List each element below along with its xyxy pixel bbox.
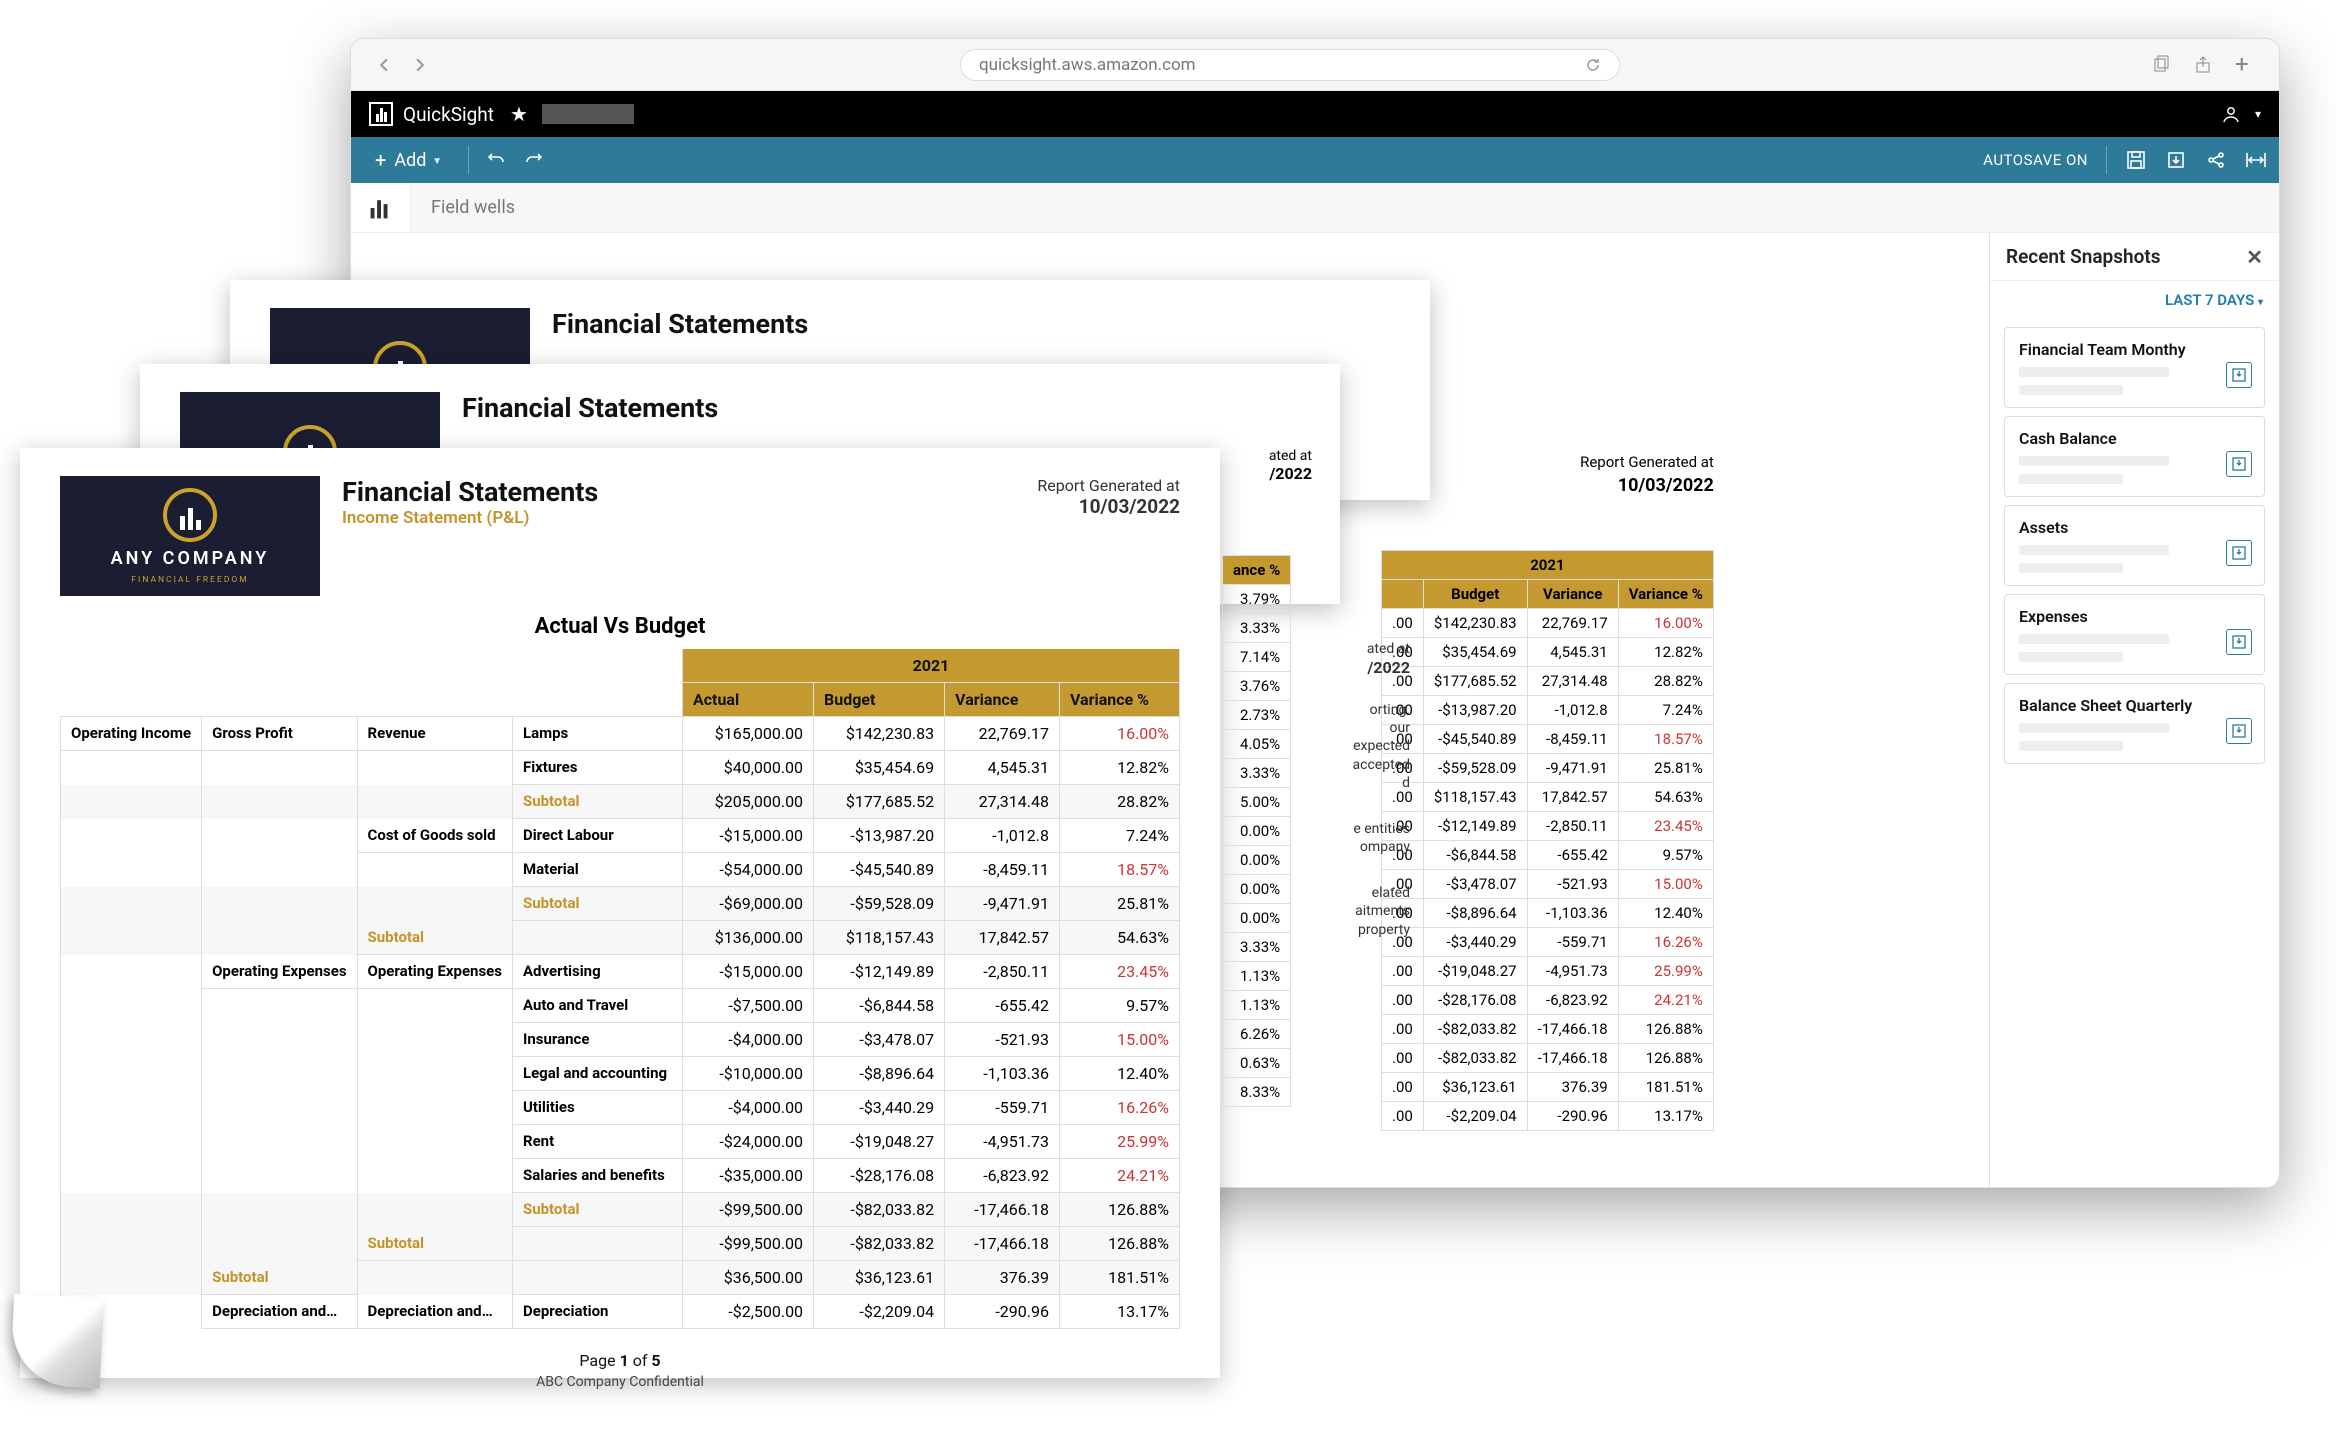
report-generated-meta: Report Generated at 10/03/2022 xyxy=(1037,476,1180,518)
snapshot-item[interactable]: Assets xyxy=(2004,505,2265,586)
dashboard-name-redacted xyxy=(542,104,634,124)
table-row: Insurance -$4,000.00 -$3,478.07 -521.93 … xyxy=(61,1023,1180,1057)
financial-table: 2021 Actual Budget Variance Variance % O… xyxy=(60,649,1180,1329)
save-icon[interactable] xyxy=(2125,149,2147,171)
undo-button[interactable] xyxy=(485,149,507,171)
skeleton-line xyxy=(2019,385,2123,395)
table-row: Subtotal $36,500.00 $36,123.61 376.39 18… xyxy=(61,1261,1180,1295)
table-row: Material -$54,000.00 -$45,540.89 -8,459.… xyxy=(61,853,1180,887)
url-text: quicksight.aws.amazon.com xyxy=(979,55,1196,75)
add-button[interactable]: + Add ▾ xyxy=(363,142,452,178)
close-icon[interactable]: ✕ xyxy=(2246,245,2263,269)
background-report-right: Report Generated at 10/03/2022 2021 Budg… xyxy=(1381,453,1714,1131)
fit-width-icon[interactable] xyxy=(2245,149,2267,171)
table-row: Salaries and benefits -$35,000.00 -$28,1… xyxy=(61,1159,1180,1193)
report-title: Financial Statements xyxy=(462,392,718,424)
skeleton-line xyxy=(2019,456,2169,466)
table-row: Utilities -$4,000.00 -$3,440.29 -559.71 … xyxy=(61,1091,1180,1125)
company-logo: ANY COMPANY FINANCIAL FREEDOM xyxy=(60,476,320,596)
skeleton-line xyxy=(2019,723,2169,733)
snapshot-download-button[interactable] xyxy=(2226,362,2252,388)
snapshot-title: Balance Sheet Quarterly xyxy=(2019,696,2250,715)
export-icon[interactable] xyxy=(2165,149,2187,171)
snapshots-filter-button[interactable]: LAST 7 DAYS ▾ xyxy=(1990,281,2279,319)
share-icon[interactable] xyxy=(2193,55,2213,75)
table-row: Rent -$24,000.00 -$19,048.27 -4,951.73 2… xyxy=(61,1125,1180,1159)
reload-icon[interactable] xyxy=(1585,57,1601,73)
field-wells-row: Field wells xyxy=(351,183,2279,233)
background-report-middle: ated at /2022 ance %3.79%3.33%7.14%3.76%… xyxy=(1222,448,1312,1107)
table-row: Operating Expenses Operating Expenses Ad… xyxy=(61,955,1180,989)
snapshots-title: Recent Snapshots xyxy=(2006,245,2161,268)
year-header: 2021 xyxy=(682,649,1179,683)
table-row: Legal and accounting -$10,000.00 -$8,896… xyxy=(61,1057,1180,1091)
snapshot-download-button[interactable] xyxy=(2226,629,2252,655)
table-row: Auto and Travel -$7,500.00 -$6,844.58 -6… xyxy=(61,989,1180,1023)
snapshot-item[interactable]: Financial Team Monthy xyxy=(2004,327,2265,408)
redo-button[interactable] xyxy=(523,149,545,171)
share-icon[interactable] xyxy=(2205,149,2227,171)
copy-icon[interactable] xyxy=(2151,55,2171,75)
table-row: Subtotal -$99,500.00 -$82,033.82 -17,466… xyxy=(61,1193,1180,1227)
skeleton-line xyxy=(2019,652,2123,662)
add-label: Add xyxy=(394,150,426,171)
star-icon[interactable]: ★ xyxy=(510,102,528,126)
chevron-down-icon: ▾ xyxy=(2258,297,2263,308)
report-title: Financial Statements xyxy=(552,308,808,340)
url-bar[interactable]: quicksight.aws.amazon.com xyxy=(960,49,1620,81)
divider xyxy=(468,146,469,174)
quicksight-logo-icon xyxy=(369,102,393,126)
page-curl-decoration xyxy=(10,1294,105,1389)
skeleton-line xyxy=(2019,545,2169,555)
skeleton-line xyxy=(2019,367,2169,377)
background-report-notes: ated at/2022 orting.ourexpectedacceptedd… xyxy=(1310,640,1410,939)
table-row: Subtotal $136,000.00 $118,157.43 17,842.… xyxy=(61,921,1180,955)
table-row: Subtotal -$99,500.00 -$82,033.82 -17,466… xyxy=(61,1227,1180,1261)
report-title: Financial Statements xyxy=(342,476,598,508)
snapshot-title: Expenses xyxy=(2019,607,2250,626)
plus-icon: + xyxy=(375,148,386,172)
snapshot-item[interactable]: Cash Balance xyxy=(2004,416,2265,497)
browser-chrome: quicksight.aws.amazon.com + xyxy=(351,39,2279,91)
snapshot-title: Assets xyxy=(2019,518,2250,537)
chevron-down-icon: ▾ xyxy=(434,154,440,167)
snapshot-download-button[interactable] xyxy=(2226,540,2252,566)
nav-back-button[interactable] xyxy=(375,56,393,74)
skeleton-line xyxy=(2019,634,2169,644)
table-row: Cost of Goods sold Direct Labour -$15,00… xyxy=(61,819,1180,853)
user-icon[interactable] xyxy=(2221,104,2241,124)
quicksight-brand: QuickSight xyxy=(403,103,494,126)
chevron-down-icon[interactable]: ▾ xyxy=(2255,107,2261,121)
page-footer: Page 1 of 5 ABC Company Confidential xyxy=(60,1351,1180,1390)
snapshot-item[interactable]: Expenses xyxy=(2004,594,2265,675)
plus-icon[interactable]: + xyxy=(2235,55,2255,75)
nav-forward-button[interactable] xyxy=(411,56,429,74)
snapshot-title: Financial Team Monthy xyxy=(2019,340,2250,359)
snapshots-panel: Recent Snapshots ✕ LAST 7 DAYS ▾ Financi… xyxy=(1989,233,2279,1187)
report-page-1: ANY COMPANY FINANCIAL FREEDOM Financial … xyxy=(20,448,1220,1378)
skeleton-line xyxy=(2019,741,2123,751)
action-toolbar: + Add ▾ AUTOSAVE ON xyxy=(351,137,2279,183)
table-row: Fixtures $40,000.00 $35,454.69 4,545.31 … xyxy=(61,751,1180,785)
chrome-right-icons: + xyxy=(2151,55,2255,75)
skeleton-line xyxy=(2019,474,2123,484)
quicksight-top-bar: QuickSight ★ ▾ xyxy=(351,91,2279,137)
field-wells-label[interactable]: Field wells xyxy=(411,183,2279,232)
autosave-label: AUTOSAVE ON xyxy=(1983,151,2088,169)
divider xyxy=(2106,146,2107,174)
table-row: Subtotal $205,000.00 $177,685.52 27,314.… xyxy=(61,785,1180,819)
visual-type-icon[interactable] xyxy=(351,183,411,232)
table-row: Operating Income Gross Profit Revenue La… xyxy=(61,717,1180,751)
snapshot-download-button[interactable] xyxy=(2226,451,2252,477)
snapshot-item[interactable]: Balance Sheet Quarterly xyxy=(2004,683,2265,764)
snapshot-title: Cash Balance xyxy=(2019,429,2250,448)
snapshot-download-button[interactable] xyxy=(2226,718,2252,744)
table-row: Depreciation and… Depreciation and… Depr… xyxy=(61,1295,1180,1329)
report-subtitle: Income Statement (P&L) xyxy=(342,508,598,528)
section-title: Actual Vs Budget xyxy=(60,614,1180,639)
table-row: Subtotal -$69,000.00 -$59,528.09 -9,471.… xyxy=(61,887,1180,921)
skeleton-line xyxy=(2019,563,2123,573)
